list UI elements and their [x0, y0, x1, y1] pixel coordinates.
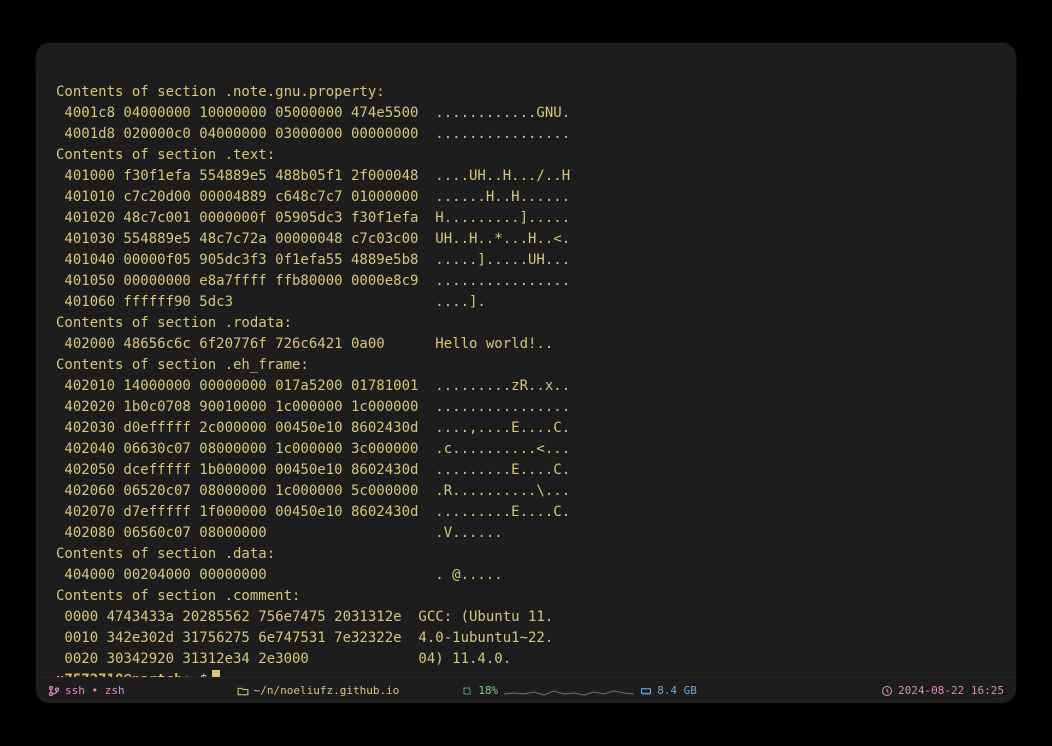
- hex-line: 401040 00000f05 905dc3f3 0f1efa55 4889e5…: [56, 252, 570, 268]
- chip-icon: [461, 685, 473, 697]
- status-ssh: ssh • zsh: [48, 684, 125, 697]
- hex-line: 402020 1b0c0708 90010000 1c000000 1c0000…: [56, 399, 570, 415]
- section-header: Contents of section .comment:: [56, 588, 300, 604]
- section-header: Contents of section .text:: [56, 147, 275, 163]
- hex-line: 402060 06520c07 08000000 1c000000 5c0000…: [56, 483, 570, 499]
- cpu-sparkline: [504, 684, 634, 698]
- status-bar: ssh • zsh ~/n/noeliufz.github.io 18%: [36, 677, 1016, 703]
- status-folder-label: ~/n/noeliufz.github.io: [254, 684, 400, 697]
- folder-icon: [237, 685, 249, 697]
- hex-line: 402040 06630c07 08000000 1c000000 3c0000…: [56, 441, 570, 457]
- status-folder: ~/n/noeliufz.github.io: [237, 684, 400, 697]
- terminal-window: Contents of section .note.gnu.property: …: [36, 43, 1016, 703]
- hex-line: 404000 00204000 00000000 . @.....: [56, 567, 503, 583]
- hex-line: 401060 ffffff90 5dc3 ....].: [56, 294, 486, 310]
- hex-line: 402050 dcefffff 1b000000 00450e10 860243…: [56, 462, 570, 478]
- cursor: [212, 670, 220, 677]
- ram-icon: [640, 685, 652, 697]
- status-ram-label: 8.4 GB: [657, 684, 697, 697]
- hex-line: 402010 14000000 00000000 017a5200 017810…: [56, 378, 570, 394]
- hex-line: 402000 48656c6c 6f20776f 726c6421 0a00 H…: [56, 336, 553, 352]
- hex-line: 401020 48c7c001 0000000f 05905dc3 f30f1e…: [56, 210, 570, 226]
- hex-line: 4001c8 04000000 10000000 05000000 474e55…: [56, 105, 570, 121]
- hex-line: 402030 d0efffff 2c000000 00450e10 860243…: [56, 420, 570, 436]
- hex-line: 4001d8 020000c0 04000000 03000000 000000…: [56, 126, 570, 142]
- status-ram: 8.4 GB: [640, 684, 697, 697]
- hex-line: 401010 c7c20d00 00004889 c648c7c7 010000…: [56, 189, 570, 205]
- status-time-label: 2024-08-22 16:25: [898, 684, 1004, 697]
- section-header: Contents of section .rodata:: [56, 315, 292, 331]
- hex-line: 401050 00000000 e8a7ffff ffb80000 0000e8…: [56, 273, 570, 289]
- status-cpu-label: 18%: [478, 684, 498, 697]
- hex-line: 402080 06560c07 08000000 .V......: [56, 525, 503, 541]
- hex-line: 0020 30342920 31312e34 2e3000 04) 11.4.0…: [56, 651, 511, 667]
- clock-icon: [881, 685, 893, 697]
- status-time: 2024-08-22 16:25: [881, 684, 1004, 697]
- section-header: Contents of section .eh_frame:: [56, 357, 309, 373]
- hex-line: 401000 f30f1efa 554889e5 488b05f1 2f0000…: [56, 168, 570, 184]
- hex-line: 402070 d7efffff 1f000000 00450e10 860243…: [56, 504, 570, 520]
- status-ssh-label: ssh • zsh: [65, 684, 125, 697]
- section-header: Contents of section .note.gnu.property:: [56, 84, 385, 100]
- terminal-output[interactable]: Contents of section .note.gnu.property: …: [36, 43, 1016, 677]
- hex-line: 0010 342e302d 31756275 6e747531 7e32322e…: [56, 630, 553, 646]
- branch-icon: [48, 685, 60, 697]
- section-header: Contents of section .data:: [56, 546, 275, 562]
- hex-line: 401030 554889e5 48c7c72a 00000048 c7c03c…: [56, 231, 570, 247]
- status-cpu: 18%: [461, 684, 498, 697]
- hex-line: 0000 4743433a 20285562 756e7475 2031312e…: [56, 609, 553, 625]
